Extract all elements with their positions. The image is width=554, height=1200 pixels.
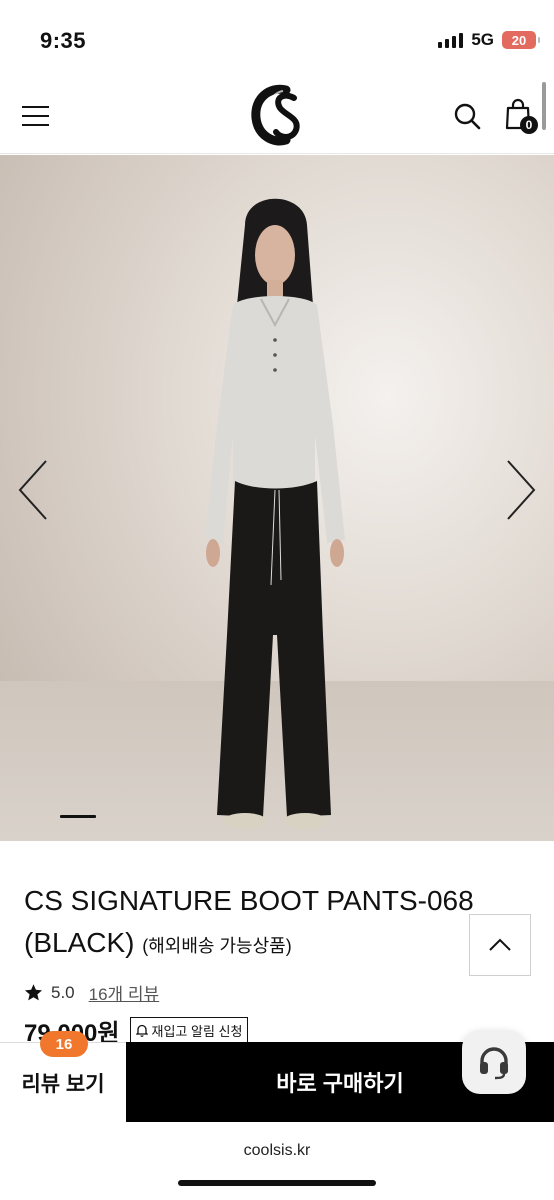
model-photo	[205, 198, 345, 829]
status-time: 9:35	[40, 28, 87, 53]
star-icon	[24, 984, 43, 1001]
review-count-badge: 16	[40, 1031, 88, 1057]
headset-icon	[480, 1047, 508, 1080]
signal-icon	[438, 32, 464, 48]
menu-icon-line	[22, 106, 49, 108]
view-reviews-label: 리뷰 보기	[21, 1072, 105, 1096]
next-slide-chevron-icon[interactable]	[500, 455, 540, 525]
cart-count-badge: 0	[520, 116, 538, 134]
chevron-up-icon	[489, 938, 511, 951]
browser-url-bar[interactable]: coolsis.kr	[0, 1122, 554, 1200]
menu-icon-line	[22, 124, 49, 126]
product-title-line: CS SIGNATURE BOOT PANTS-068	[24, 885, 474, 916]
rating-value: 5.0	[51, 982, 75, 1002]
buy-now-label: 바로 구매하기	[276, 1071, 404, 1096]
url-text[interactable]: coolsis.kr	[0, 1142, 554, 1160]
restock-alert-label: 재입고 알림 신청	[151, 1024, 243, 1039]
battery-icon: 20	[502, 31, 540, 49]
menu-button[interactable]	[22, 101, 52, 131]
status-indicators: 5G 20	[438, 30, 540, 50]
prev-slide-chevron-icon[interactable]	[14, 455, 54, 525]
network-label: 5G	[471, 30, 494, 49]
restock-alert-button[interactable]: 재입고 알림 신청	[129, 1017, 249, 1044]
review-count-link[interactable]: 16개 리뷰	[89, 980, 160, 1005]
slide-indicator	[60, 815, 96, 818]
cart-button[interactable]: 0	[504, 98, 538, 134]
status-bar: 9:35 5G 20	[0, 0, 554, 78]
bell-icon	[135, 1024, 148, 1037]
brand-logo[interactable]	[250, 84, 306, 146]
overseas-shipping-note: (해외배송 가능상품)	[142, 936, 292, 956]
product-image-slider[interactable]	[0, 155, 554, 841]
menu-icon-line	[22, 115, 49, 117]
rating-row: 5.0 16개 리뷰	[24, 980, 159, 1005]
scrollbar[interactable]	[542, 82, 546, 130]
battery-level: 20	[511, 32, 527, 48]
app-header: 0	[0, 78, 554, 154]
search-icon[interactable]	[453, 102, 481, 130]
product-title-suffix: (BLACK)	[24, 927, 135, 958]
view-reviews-button[interactable]: 16 리뷰 보기	[0, 1031, 126, 1122]
product-title: CS SIGNATURE BOOT PANTS-068 (BLACK) (해외배…	[24, 880, 504, 967]
home-indicator[interactable]	[178, 1180, 376, 1186]
scroll-top-button[interactable]	[469, 914, 531, 976]
product-page: 9:35 5G 20 0 CS SIGNATURE BOOT PANTS-068…	[0, 0, 554, 1200]
customer-support-button[interactable]	[462, 1030, 526, 1094]
